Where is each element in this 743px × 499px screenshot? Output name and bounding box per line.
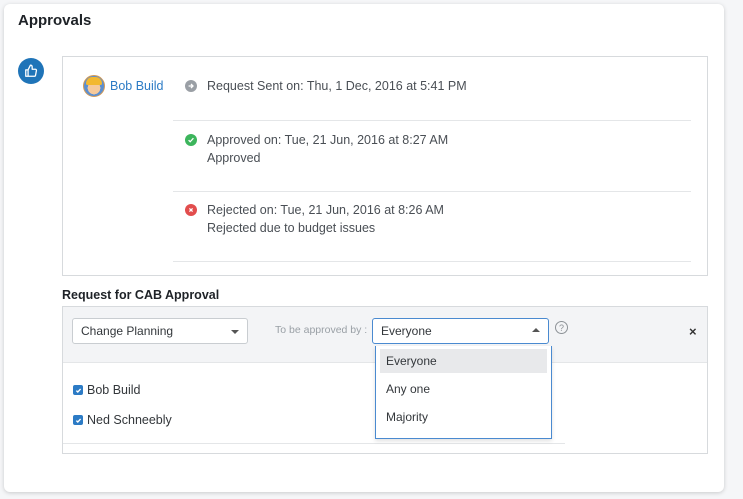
approvals-card: Approvals Bob Build Request Sent on: Thu…	[4, 4, 724, 492]
help-icon[interactable]: ?	[555, 321, 568, 334]
requester: Bob Build	[83, 75, 164, 97]
close-icon[interactable]: ×	[689, 324, 697, 339]
divider	[173, 120, 691, 121]
approval-history: Bob Build Request Sent on: Thu, 1 Dec, 2…	[62, 56, 708, 276]
chevron-up-icon	[532, 328, 540, 332]
event-comment: Approved	[207, 151, 261, 165]
card-title: Approvals	[18, 12, 92, 29]
approver-name: Bob Build	[87, 383, 141, 397]
approval-rule-select[interactable]: Everyone	[372, 318, 549, 344]
cab-section-title: Request for CAB Approval	[62, 288, 220, 302]
event-line: Approved on: Tue, 21 Jun, 2016 at 8:27 A…	[207, 133, 449, 147]
approval-group-select[interactable]: Change Planning	[72, 318, 248, 344]
divider	[63, 443, 565, 444]
event-request-sent: Request Sent on: Thu, 1 Dec, 2016 at 5:4…	[185, 79, 467, 93]
approver-row-bob-build[interactable]: Bob Build	[73, 383, 141, 397]
approver-row-ned-schneebly[interactable]: Ned Schneebly	[73, 413, 172, 427]
requester-name-link[interactable]: Bob Build	[110, 79, 164, 93]
avatar	[83, 75, 105, 97]
event-line: Rejected on: Tue, 21 Jun, 2016 at 8:26 A…	[207, 203, 444, 217]
event-rejected: Rejected on: Tue, 21 Jun, 2016 at 8:26 A…	[185, 203, 444, 235]
event-line: Request Sent on: Thu, 1 Dec, 2016 at 5:4…	[207, 79, 467, 93]
thumbs-up-icon	[18, 58, 44, 84]
chevron-down-icon	[231, 330, 239, 334]
dropdown-option-majority[interactable]: Majority	[380, 405, 547, 429]
approver-name: Ned Schneebly	[87, 413, 172, 427]
dropdown-option-any-one[interactable]: Any one	[380, 377, 547, 401]
select-value: Everyone	[381, 324, 432, 338]
arrow-right-circle-icon	[185, 80, 197, 92]
approval-rule-dropdown: Everyone Any one Majority	[375, 346, 552, 439]
divider	[173, 261, 691, 262]
divider	[173, 191, 691, 192]
event-approved: Approved on: Tue, 21 Jun, 2016 at 8:27 A…	[185, 133, 448, 165]
select-value: Change Planning	[81, 324, 174, 338]
checkbox-checked[interactable]	[73, 385, 83, 395]
to-be-approved-label: To be approved by :	[275, 324, 368, 336]
event-comment: Rejected due to budget issues	[207, 221, 376, 235]
check-circle-icon	[185, 134, 197, 146]
x-circle-icon	[185, 204, 197, 216]
dropdown-option-everyone[interactable]: Everyone	[380, 349, 547, 373]
checkbox-checked[interactable]	[73, 415, 83, 425]
